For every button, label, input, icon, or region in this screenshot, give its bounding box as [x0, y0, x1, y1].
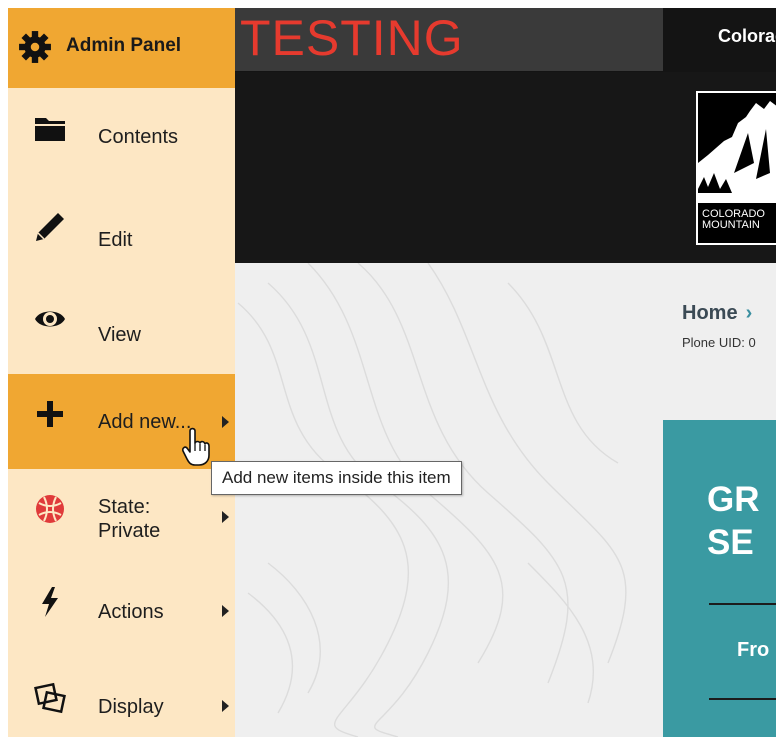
folder-icon — [35, 118, 65, 141]
menu-item-view[interactable]: View — [8, 279, 235, 374]
menu-item-contents[interactable]: Contents — [8, 89, 235, 184]
breadcrumb: Home › — [682, 302, 752, 325]
card-subtitle: Fro — [737, 639, 770, 661]
admin-panel-title: Admin Panel — [66, 35, 182, 56]
add-new-tooltip: Add new items inside this item — [211, 461, 462, 495]
plus-icon — [37, 401, 63, 427]
card-divider — [709, 603, 776, 605]
menu-item-display[interactable]: Display — [8, 659, 235, 754]
menu-item-label: Display — [98, 696, 164, 718]
site-logo[interactable]: COLORADO MOUNTAIN — [696, 91, 776, 245]
pencil-icon — [36, 213, 64, 241]
submenu-arrow-icon — [222, 700, 229, 712]
lightning-icon — [42, 587, 58, 617]
breadcrumb-home-link[interactable]: Home — [682, 302, 738, 324]
mountain-logo-icon — [698, 93, 776, 203]
eye-icon — [35, 311, 65, 327]
submenu-arrow-icon — [222, 416, 229, 428]
hand-pointer-cursor-icon — [182, 427, 210, 466]
menu-item-state[interactable]: State: Private — [8, 469, 235, 564]
admin-toolbar: Admin Panel Contents Edit View Add new..… — [8, 8, 235, 737]
menu-item-label: View — [98, 324, 141, 346]
menu-item-actions[interactable]: Actions — [8, 564, 235, 659]
menu-item-label: Edit — [98, 229, 133, 251]
submenu-arrow-icon — [222, 605, 229, 617]
menu-item-label: State: Private — [98, 496, 161, 542]
card-title: GR SE — [707, 480, 760, 562]
breadcrumb-separator: › — [745, 302, 753, 324]
admin-panel-header[interactable]: Admin Panel — [8, 8, 235, 88]
gear-icon — [19, 31, 51, 63]
menu-item-label: Contents — [98, 126, 179, 148]
hero-card: GR SE Fro — [663, 420, 776, 737]
menu-item-label: Actions — [98, 601, 164, 623]
logo-text: COLORADO MOUNTAIN — [702, 208, 765, 231]
card-divider — [709, 698, 776, 700]
menu-item-label: Add new... — [98, 411, 192, 433]
display-icon — [34, 682, 66, 714]
submenu-arrow-icon — [222, 511, 229, 523]
site-name-link[interactable]: Colorado — [718, 26, 776, 47]
menu-item-edit[interactable]: Edit — [8, 184, 235, 279]
plone-uid: Plone UID: 0 — [682, 335, 756, 350]
state-private-icon — [36, 495, 64, 523]
testing-banner: TESTING — [240, 10, 464, 66]
